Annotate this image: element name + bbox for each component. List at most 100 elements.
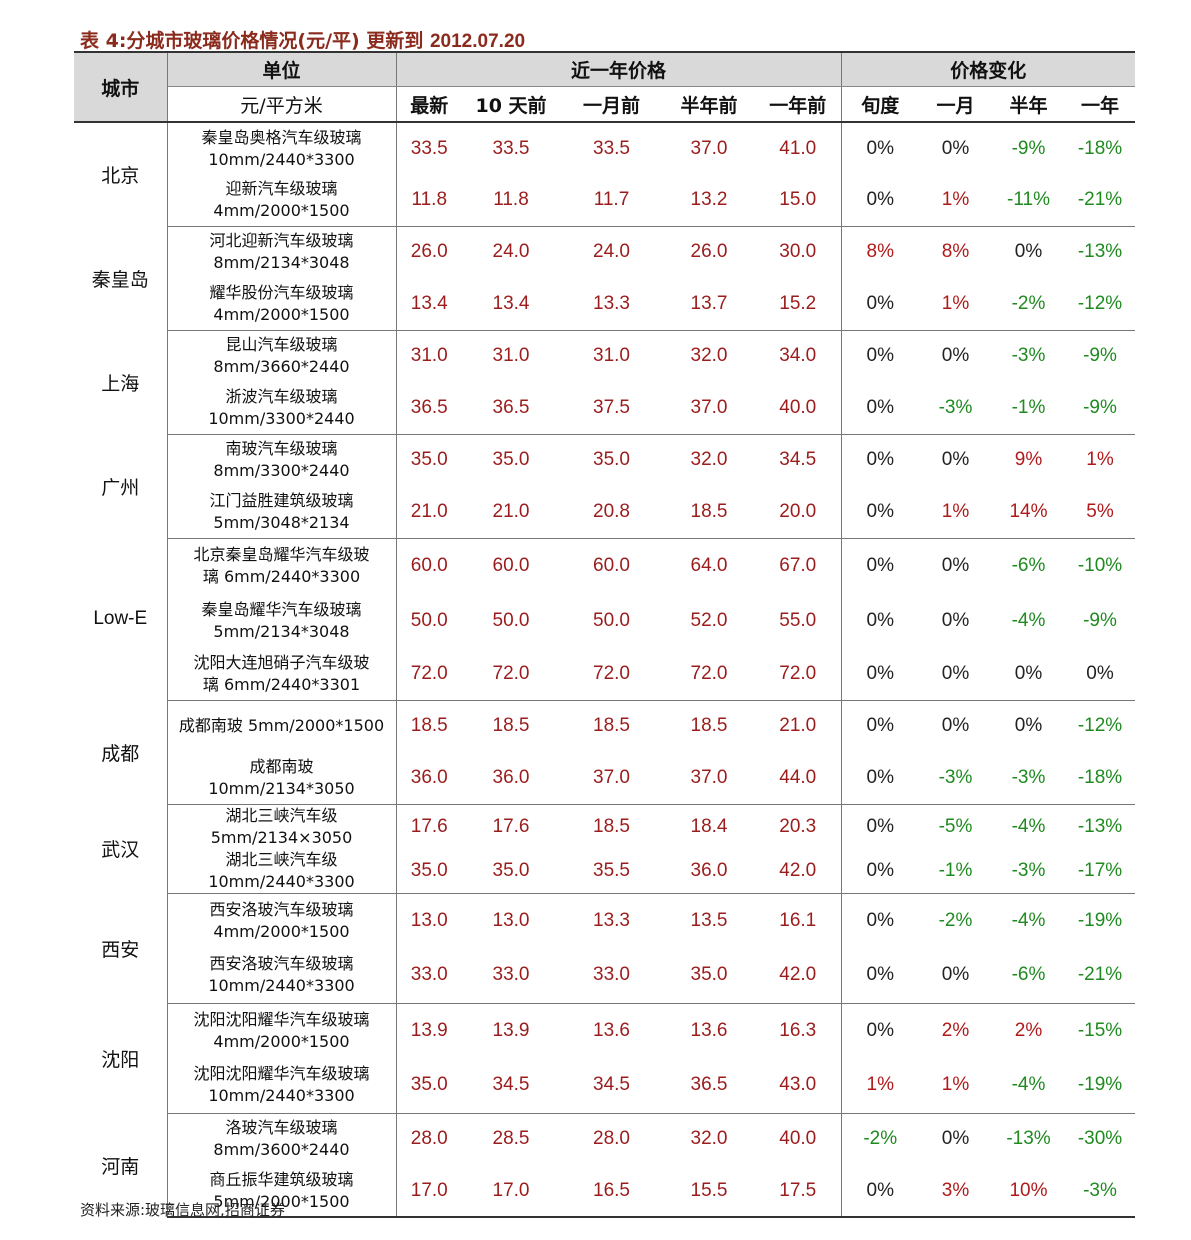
table-row: 浙波汽车级玻璃 10mm/3300*2440 36.5 36.5 37.5 37.0 40.… <box>74 382 1136 435</box>
change-cell: -9% <box>1065 382 1136 435</box>
price-cell: 40.0 <box>755 382 842 435</box>
price-cell: 40.0 <box>755 1113 842 1165</box>
table-row: 江门益胜建筑级玻璃 5mm/3048*2134 21.0 21.0 20.8 18.5 20… <box>74 486 1136 539</box>
price-cell: 13.0 <box>492 909 530 931</box>
product-cell: 河北迎新汽车级玻璃 8mm/2134*3048 <box>167 226 397 278</box>
change-cell: -12% <box>1077 715 1123 737</box>
table-row: 广州 南玻汽车级玻璃 8mm/3300*2440 35.0 35.0 35.0 32.0 34… <box>74 434 1135 538</box>
change-cell: -12% <box>1065 278 1136 331</box>
price-cell: 11.8 <box>462 174 560 227</box>
change-cell: 0% <box>941 449 970 471</box>
city-column-header: 城市 <box>74 51 168 123</box>
price-cell: 16.5 <box>560 1165 663 1218</box>
change-cell: 14% <box>992 486 1065 539</box>
price-cell: 34.5 <box>755 434 842 486</box>
price-cell: 26.0 <box>690 241 728 263</box>
price-cell: 33.0 <box>560 948 663 1004</box>
product-cell: 湖北三峡汽车级 10mm/2440*3300 <box>167 848 397 894</box>
product-cell: 昆山汽车级玻璃 8mm/3660*2440 <box>167 330 397 382</box>
change-cell: 0% <box>866 137 894 159</box>
change-cell: -11% <box>992 174 1065 227</box>
price-cell: 72.0 <box>396 648 462 701</box>
product-line: 10mm/2134*3050 <box>208 778 355 798</box>
price-cell: 15.5 <box>663 1165 755 1218</box>
change-cell: 0% <box>866 345 894 367</box>
price-cell: 13.4 <box>462 278 560 331</box>
unit-subheader: 元/平方米 <box>167 86 397 123</box>
price-cell: 35.0 <box>410 449 448 471</box>
change-cell: -4% <box>1011 609 1046 631</box>
change-cell: 0% <box>841 648 919 701</box>
product-cell: 沈阳沈阳耀华汽车级玻璃 10mm/2440*3300 <box>167 1058 397 1114</box>
price-cell: 31.0 <box>410 345 448 367</box>
city-cell: 成都 <box>74 700 168 804</box>
price-cell: 35.0 <box>492 449 530 471</box>
price-cell: 35.5 <box>560 848 663 894</box>
change-cell: 2% <box>1014 1019 1043 1041</box>
price-cell: 18.5 <box>663 486 755 539</box>
price-cell: 13.6 <box>690 1019 728 1041</box>
price-cell: 44.0 <box>755 752 842 805</box>
price-cell: 36.5 <box>663 1058 755 1114</box>
table-row: 耀华股份汽车级玻璃 4mm/2000*1500 13.4 13.4 13.3 13.7 15… <box>74 278 1136 331</box>
change-cell: 0% <box>919 648 992 701</box>
price-cell: 26.0 <box>410 241 448 263</box>
price-cell: 18.5 <box>690 715 728 737</box>
change-cell: -2% <box>992 278 1065 331</box>
product-line: 5mm/2134×3050 <box>210 827 353 847</box>
product-line: 西安洛玻汽车级玻璃 <box>209 899 354 919</box>
change-cell: 0% <box>841 174 919 227</box>
price-cell: 20.8 <box>560 486 663 539</box>
price-cell: 17.5 <box>755 1165 842 1218</box>
change-cell: 0% <box>866 815 894 837</box>
change-cell: -18% <box>1077 137 1123 159</box>
price-cell: 13.6 <box>593 1019 630 1041</box>
change-cell: -3% <box>992 752 1065 805</box>
product-cell: 南玻汽车级玻璃 8mm/3300*2440 <box>167 434 397 486</box>
product-line: 10mm/2440*3300 <box>208 149 355 169</box>
price-cell: 21.0 <box>462 486 560 539</box>
price-cell: 11.8 <box>396 174 462 227</box>
city-cell: 上海 <box>74 330 168 434</box>
col-header-xundu: 旬度 <box>841 86 919 123</box>
product-cell: 湖北三峡汽车级 5mm/2134×3050 <box>167 804 397 849</box>
change-cell: 1% <box>841 1058 919 1114</box>
table-row: 迎新汽车级玻璃 4mm/2000*1500 11.8 11.8 11.7 13.2 15.0… <box>74 174 1136 227</box>
change-cell: 8% <box>941 241 970 263</box>
product-line: 江门益胜建筑级玻璃 <box>209 490 354 510</box>
table-row: Low-E 北京秦皇岛耀华汽车级玻璃 6mm/2440*3300 60.0 60.0 6… <box>74 538 1135 700</box>
product-line: 璃 6mm/2440*3300 <box>202 566 361 586</box>
city-cell: 北京 <box>74 122 168 226</box>
price-cell: 72.0 <box>755 648 842 701</box>
price-cell: 13.3 <box>593 909 630 931</box>
change-cell: -10% <box>1077 554 1123 576</box>
product-line: 耀华股份汽车级玻璃 <box>209 282 354 302</box>
table-row: 沈阳大连旭硝子汽车级玻璃 6mm/2440*3301 72.0 72.0 72.0 72… <box>74 648 1136 701</box>
product-line: 璃 6mm/2440*3301 <box>202 674 361 694</box>
update-date: 2012.07.20 <box>429 31 526 52</box>
change-cell: 0% <box>992 648 1065 701</box>
change-cell: -21% <box>1065 174 1136 227</box>
price-cell: 37.0 <box>663 752 755 805</box>
change-cell: -17% <box>1065 848 1136 894</box>
change-cell: 10% <box>992 1165 1065 1218</box>
change-cell: 0% <box>941 1128 970 1150</box>
price-cell: 50.0 <box>492 609 530 631</box>
price-cell: 13.9 <box>492 1019 530 1041</box>
table-row: 河南 洛玻汽车级玻璃 8mm/3600*2440 28.0 28.5 28.0 32.0 40… <box>74 1113 1135 1217</box>
price-cell: 36.0 <box>462 752 560 805</box>
change-cell: 0% <box>941 137 970 159</box>
change-cell: -30% <box>1077 1128 1123 1150</box>
product-cell: 成都南玻 5mm/2000*1500 <box>167 700 397 752</box>
change-cell: -19% <box>1065 1058 1136 1114</box>
price-cell: 72.0 <box>663 648 755 701</box>
price-cell: 67.0 <box>755 538 842 593</box>
price-cell: 50.0 <box>593 609 630 631</box>
price-cell: 42.0 <box>755 948 842 1004</box>
change-cell: -4% <box>1011 815 1046 837</box>
product-line: 4mm/2000*1500 <box>213 1031 350 1051</box>
change-cell: 0% <box>919 948 992 1004</box>
col-header-halfyear: 半年前 <box>663 86 755 123</box>
price-cell: 34.5 <box>462 1058 560 1114</box>
price-cell: 33.0 <box>396 948 462 1004</box>
